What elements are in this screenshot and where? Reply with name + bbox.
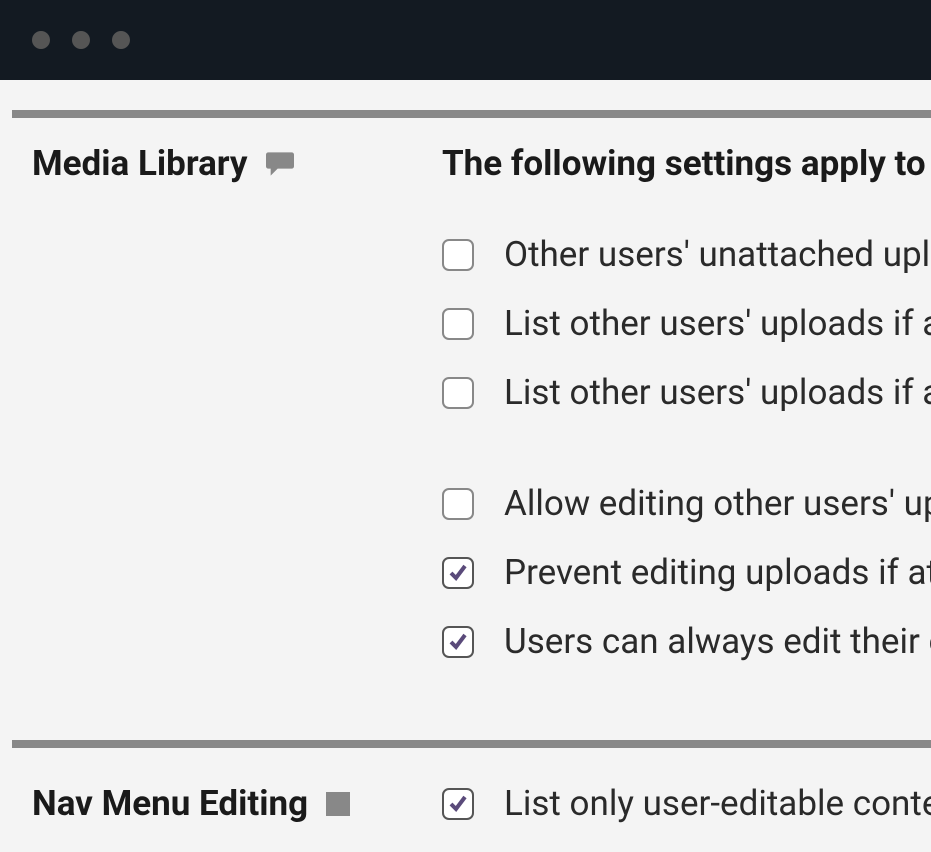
nav-menu-editing-section: Nav Menu Editing List only user-editable… bbox=[0, 748, 931, 852]
section-label-column: Media Library bbox=[32, 143, 442, 690]
section-title-media-library: Media Library bbox=[32, 143, 248, 184]
checkbox-label: List only user-editable content as bbox=[504, 783, 931, 824]
checkbox-label: List other users' uploads if attach bbox=[504, 303, 931, 344]
checkmark-icon bbox=[448, 794, 468, 814]
section-label-column: Nav Menu Editing bbox=[32, 783, 442, 852]
checkbox-allow-editing[interactable] bbox=[442, 488, 474, 520]
section-label: Media Library bbox=[32, 143, 442, 184]
checkbox-label: Prevent editing uploads if attache bbox=[504, 552, 931, 593]
media-library-options: The following settings apply to use Othe… bbox=[442, 143, 931, 690]
checkmark-icon bbox=[448, 563, 468, 583]
square-icon bbox=[326, 792, 350, 816]
checkmark-icon bbox=[448, 632, 468, 652]
checkbox-row-users-own-edit: Users can always edit their own at bbox=[442, 621, 931, 662]
checkbox-users-own-edit[interactable] bbox=[442, 626, 474, 658]
checkbox-row-unattached-uploads: Other users' unattached uploads bbox=[442, 234, 931, 275]
checkbox-label: Users can always edit their own at bbox=[504, 621, 931, 662]
section-divider bbox=[12, 740, 931, 748]
section-title-nav-menu: Nav Menu Editing bbox=[32, 783, 308, 824]
traffic-light-minimize[interactable] bbox=[72, 31, 90, 49]
checkbox-row-allow-editing: Allow editing other users' uploads bbox=[442, 483, 931, 524]
checkbox-row-list-editable: List only user-editable content as bbox=[442, 783, 931, 824]
checkbox-label: Other users' unattached uploads bbox=[504, 234, 931, 275]
media-library-section: Media Library The following settings app… bbox=[0, 118, 931, 740]
checkbox-list-editable[interactable] bbox=[442, 788, 474, 820]
checkbox-label: List other users' uploads if attach bbox=[504, 372, 931, 413]
checkbox-unattached-uploads[interactable] bbox=[442, 239, 474, 271]
media-library-heading: The following settings apply to use bbox=[442, 143, 931, 184]
checkbox-row-list-uploads-1: List other users' uploads if attach bbox=[442, 303, 931, 344]
section-divider bbox=[12, 110, 931, 118]
traffic-light-maximize[interactable] bbox=[112, 31, 130, 49]
checkbox-row-prevent-editing: Prevent editing uploads if attache bbox=[442, 552, 931, 593]
settings-content: Media Library The following settings app… bbox=[0, 80, 931, 852]
nav-menu-options: List only user-editable content as bbox=[442, 783, 931, 852]
checkbox-list-uploads-1[interactable] bbox=[442, 308, 474, 340]
checkbox-list-uploads-2[interactable] bbox=[442, 377, 474, 409]
checkbox-label: Allow editing other users' uploads bbox=[504, 483, 931, 524]
checkbox-row-list-uploads-2: List other users' uploads if attach bbox=[442, 372, 931, 413]
section-label: Nav Menu Editing bbox=[32, 783, 442, 824]
window-titlebar bbox=[0, 0, 931, 80]
traffic-light-close[interactable] bbox=[32, 31, 50, 49]
comment-icon bbox=[266, 152, 294, 176]
checkbox-prevent-editing[interactable] bbox=[442, 557, 474, 589]
